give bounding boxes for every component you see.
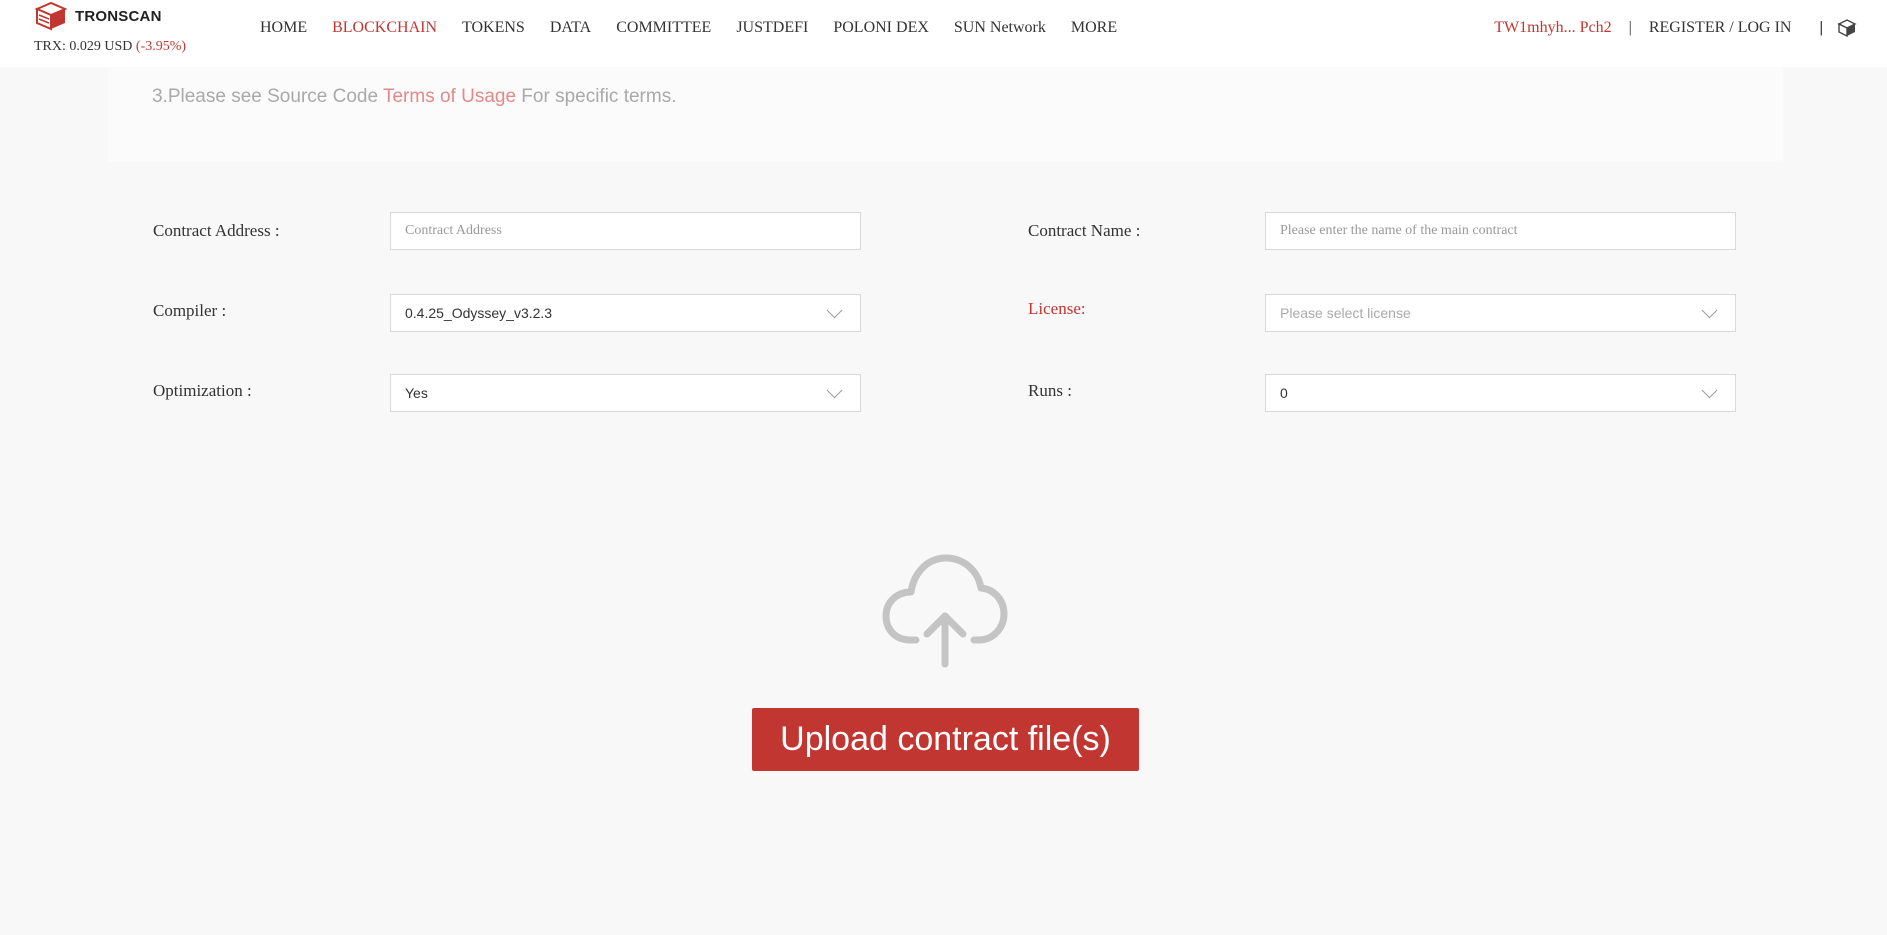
compiler-select[interactable]: 0.4.25_Odyssey_v3.2.3 <box>390 294 861 332</box>
logo-text: TRONSCAN <box>75 7 162 25</box>
compiler-selected-value: 0.4.25_Odyssey_v3.2.3 <box>405 305 553 321</box>
license-placeholder: Please select license <box>1280 305 1411 321</box>
separator: | <box>1819 19 1823 36</box>
license-label: License: <box>1028 299 1086 318</box>
chevron-down-icon <box>1701 382 1718 398</box>
nav-justdefi[interactable]: JUSTDEFI <box>736 19 808 37</box>
nav-sun-network[interactable]: SUN Network <box>954 19 1046 37</box>
box-icon[interactable] <box>1837 19 1857 37</box>
upload-contract-files-button[interactable]: Upload contract file(s) <box>752 708 1139 771</box>
trx-price-change: (-3.95%) <box>135 39 187 54</box>
notice-prefix: 3.Please see Source Code <box>152 86 383 107</box>
runs-label: Runs : <box>1028 381 1072 400</box>
notice-panel: 3.Please see Source Code Terms of Usage … <box>108 67 1783 162</box>
license-select[interactable]: Please select license <box>1265 294 1736 332</box>
top-header: TRONSCAN TRX: 0.029 USD (-3.95%) HOME BL… <box>0 0 1887 67</box>
nav-home[interactable]: HOME <box>260 19 307 37</box>
main-nav: HOME BLOCKCHAIN TOKENS DATA COMMITTEE JU… <box>260 19 1142 37</box>
notice-text: 3.Please see Source Code Terms of Usage … <box>152 86 677 108</box>
tronscan-logo[interactable]: TRONSCAN <box>33 1 162 31</box>
header-account-area: TW1mhyh... Pch2 | REGISTER / LOG IN | <box>1494 19 1857 37</box>
optimization-selected-value: Yes <box>405 385 428 401</box>
account-address-link[interactable]: TW1mhyh... Pch2 <box>1494 19 1611 37</box>
nav-committee[interactable]: COMMITTEE <box>616 19 711 37</box>
separator: | <box>1628 19 1632 36</box>
optimization-label: Optimization : <box>153 381 252 400</box>
notice-suffix: For specific terms. <box>516 86 677 107</box>
nav-poloni-dex[interactable]: POLONI DEX <box>833 19 929 37</box>
contract-name-label: Contract Name : <box>1028 221 1141 240</box>
nav-blockchain[interactable]: BLOCKCHAIN <box>332 19 437 37</box>
chevron-down-icon <box>826 302 843 318</box>
contract-name-input[interactable] <box>1265 212 1736 250</box>
compiler-label: Compiler : <box>153 301 227 320</box>
trx-price: TRX: 0.029 USD (-3.95%) <box>34 39 186 55</box>
trx-price-label: TRX: 0.029 USD <box>34 39 133 54</box>
runs-selected-value: 0 <box>1280 385 1288 401</box>
contract-address-input[interactable] <box>390 212 861 250</box>
chevron-down-icon <box>1701 302 1718 318</box>
nav-tokens[interactable]: TOKENS <box>462 19 525 37</box>
contract-address-label: Contract Address : <box>153 221 280 240</box>
tronscan-logo-icon <box>34 1 68 31</box>
runs-select[interactable]: 0 <box>1265 374 1736 412</box>
register-login-link[interactable]: REGISTER / LOG IN <box>1649 19 1792 37</box>
terms-of-usage-link[interactable]: Terms of Usage <box>383 86 516 107</box>
nav-more[interactable]: MORE <box>1071 19 1117 37</box>
cloud-upload-icon <box>882 554 1008 668</box>
optimization-select[interactable]: Yes <box>390 374 861 412</box>
chevron-down-icon <box>826 382 843 398</box>
nav-data[interactable]: DATA <box>550 19 591 37</box>
